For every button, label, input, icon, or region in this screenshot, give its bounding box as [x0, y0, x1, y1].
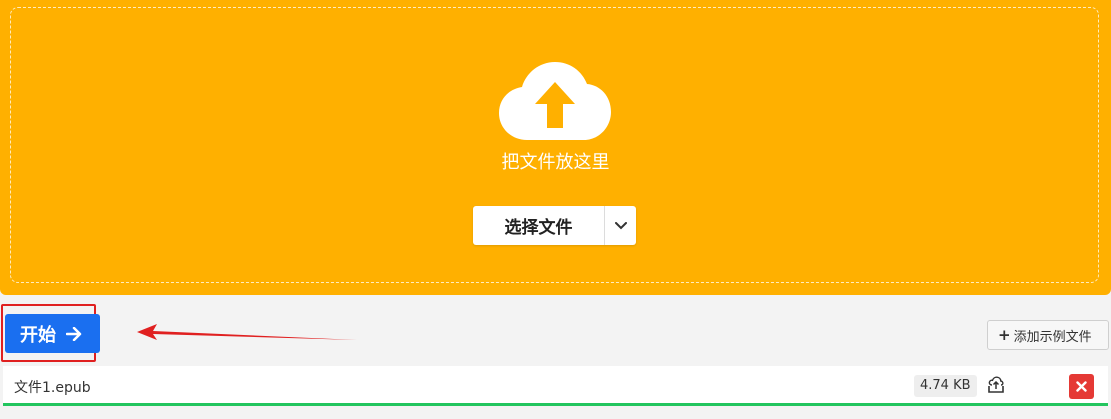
dropzone-label: 把文件放这里 — [501, 152, 610, 173]
file-size-badge: 4.74 KB — [914, 375, 977, 397]
plus-icon: + — [998, 326, 1011, 344]
start-button[interactable]: 开始 — [5, 314, 100, 353]
choose-file-group: 选择文件 — [473, 206, 636, 245]
choose-source-dropdown[interactable] — [605, 206, 636, 245]
close-icon — [1076, 381, 1087, 392]
delete-file-button[interactable] — [1069, 374, 1094, 399]
file-dropzone[interactable]: 把文件放这里 选择文件 — [0, 0, 1111, 295]
start-button-label: 开始 — [20, 324, 56, 346]
arrow-right-icon — [66, 326, 82, 341]
chevron-down-icon — [614, 221, 627, 229]
file-name: 文件1.epub — [14, 380, 91, 396]
add-sample-file-button[interactable]: + 添加示例文件 — [987, 320, 1109, 350]
choose-file-button[interactable]: 选择文件 — [473, 206, 605, 245]
cloud-upload-icon — [499, 62, 611, 140]
cloud-upload-icon[interactable] — [986, 376, 1006, 394]
annotation-arrow — [137, 324, 357, 340]
add-sample-label: 添加示例文件 — [1013, 329, 1092, 345]
file-list-item: 文件1.epub 4.74 KB — [3, 366, 1108, 406]
